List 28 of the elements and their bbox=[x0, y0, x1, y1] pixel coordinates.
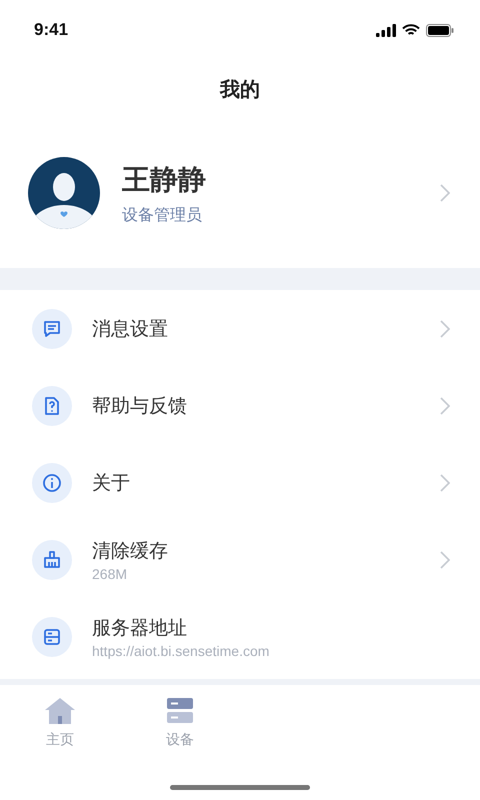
menu-detail: 268M bbox=[92, 566, 128, 582]
server-icon bbox=[166, 697, 194, 725]
menu-detail: https://aiot.bi.sensetime.com bbox=[92, 642, 270, 658]
server-icon bbox=[42, 626, 62, 646]
message-icon bbox=[42, 318, 62, 338]
menu-label: 消息设置 bbox=[92, 316, 169, 342]
brush-icon bbox=[42, 550, 62, 570]
signal-icon bbox=[376, 24, 396, 36]
page-title: 我的 bbox=[220, 76, 260, 102]
menu-item[interactable]: 清除缓存 268M bbox=[0, 521, 480, 598]
home-icon bbox=[44, 697, 76, 725]
info-icon bbox=[42, 472, 62, 492]
status-time: 9:41 bbox=[34, 20, 68, 40]
menu-item[interactable]: 帮助与反馈 bbox=[0, 367, 480, 444]
menu-item[interactable]: 关于 bbox=[0, 444, 480, 521]
wifi-icon bbox=[402, 24, 420, 36]
menu-label: 服务器地址 bbox=[92, 616, 188, 640]
user-name: 王静静 bbox=[122, 162, 207, 198]
menu-item[interactable]: 服务器地址 https://aiot.bi.sensetime.com bbox=[0, 598, 480, 675]
menu-item[interactable]: 消息设置 bbox=[0, 290, 480, 367]
menu-label: 帮助与反馈 bbox=[92, 394, 188, 418]
menu-label: 关于 bbox=[92, 470, 131, 496]
chevron-icon bbox=[440, 184, 450, 202]
menu-label: 清除缓存 bbox=[92, 538, 169, 564]
battery-icon bbox=[426, 24, 454, 36]
user-role: 设备管理员 bbox=[122, 204, 203, 226]
profile-card[interactable]: 王静静 设备管理员 bbox=[0, 118, 480, 268]
help-document-icon bbox=[42, 396, 62, 416]
